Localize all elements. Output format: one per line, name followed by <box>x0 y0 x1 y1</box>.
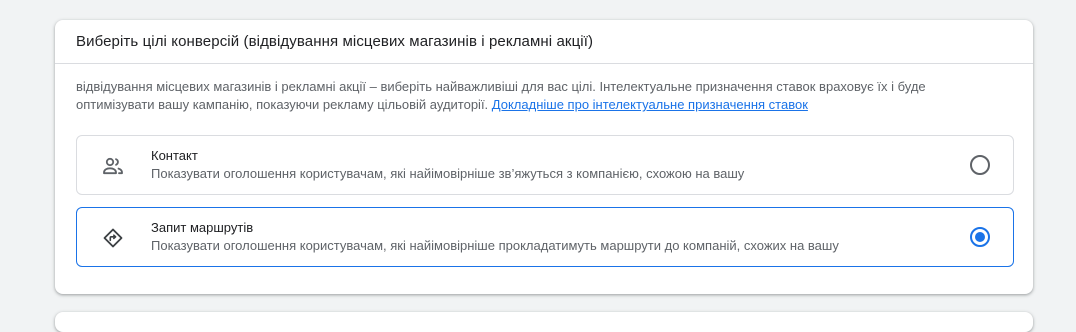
learn-more-link[interactable]: Докладніше про інтелектуальне призначенн… <box>492 97 808 112</box>
radio-directions[interactable] <box>970 227 990 247</box>
option-title: Контакт <box>151 148 198 163</box>
people-icon <box>101 154 125 178</box>
option-directions[interactable]: Запит маршрутів Показувати оголошення ко… <box>76 207 1014 267</box>
conversion-goals-card: Виберіть цілі конверсій (відвідування мі… <box>55 20 1033 294</box>
card-title: Виберіть цілі конверсій (відвідування мі… <box>76 33 594 50</box>
option-description: Показувати оголошення користувачам, які … <box>151 238 839 253</box>
next-card <box>55 312 1033 332</box>
card-header: Виберіть цілі конверсій (відвідування мі… <box>55 20 1033 64</box>
option-contact[interactable]: Контакт Показувати оголошення користувач… <box>76 135 1014 195</box>
option-title: Запит маршрутів <box>151 220 254 235</box>
card-description: відвідування місцевих магазинів і реклам… <box>76 78 996 114</box>
radio-contact[interactable] <box>970 155 990 175</box>
option-description: Показувати оголошення користувачам, які … <box>151 166 745 181</box>
directions-icon <box>101 226 125 250</box>
